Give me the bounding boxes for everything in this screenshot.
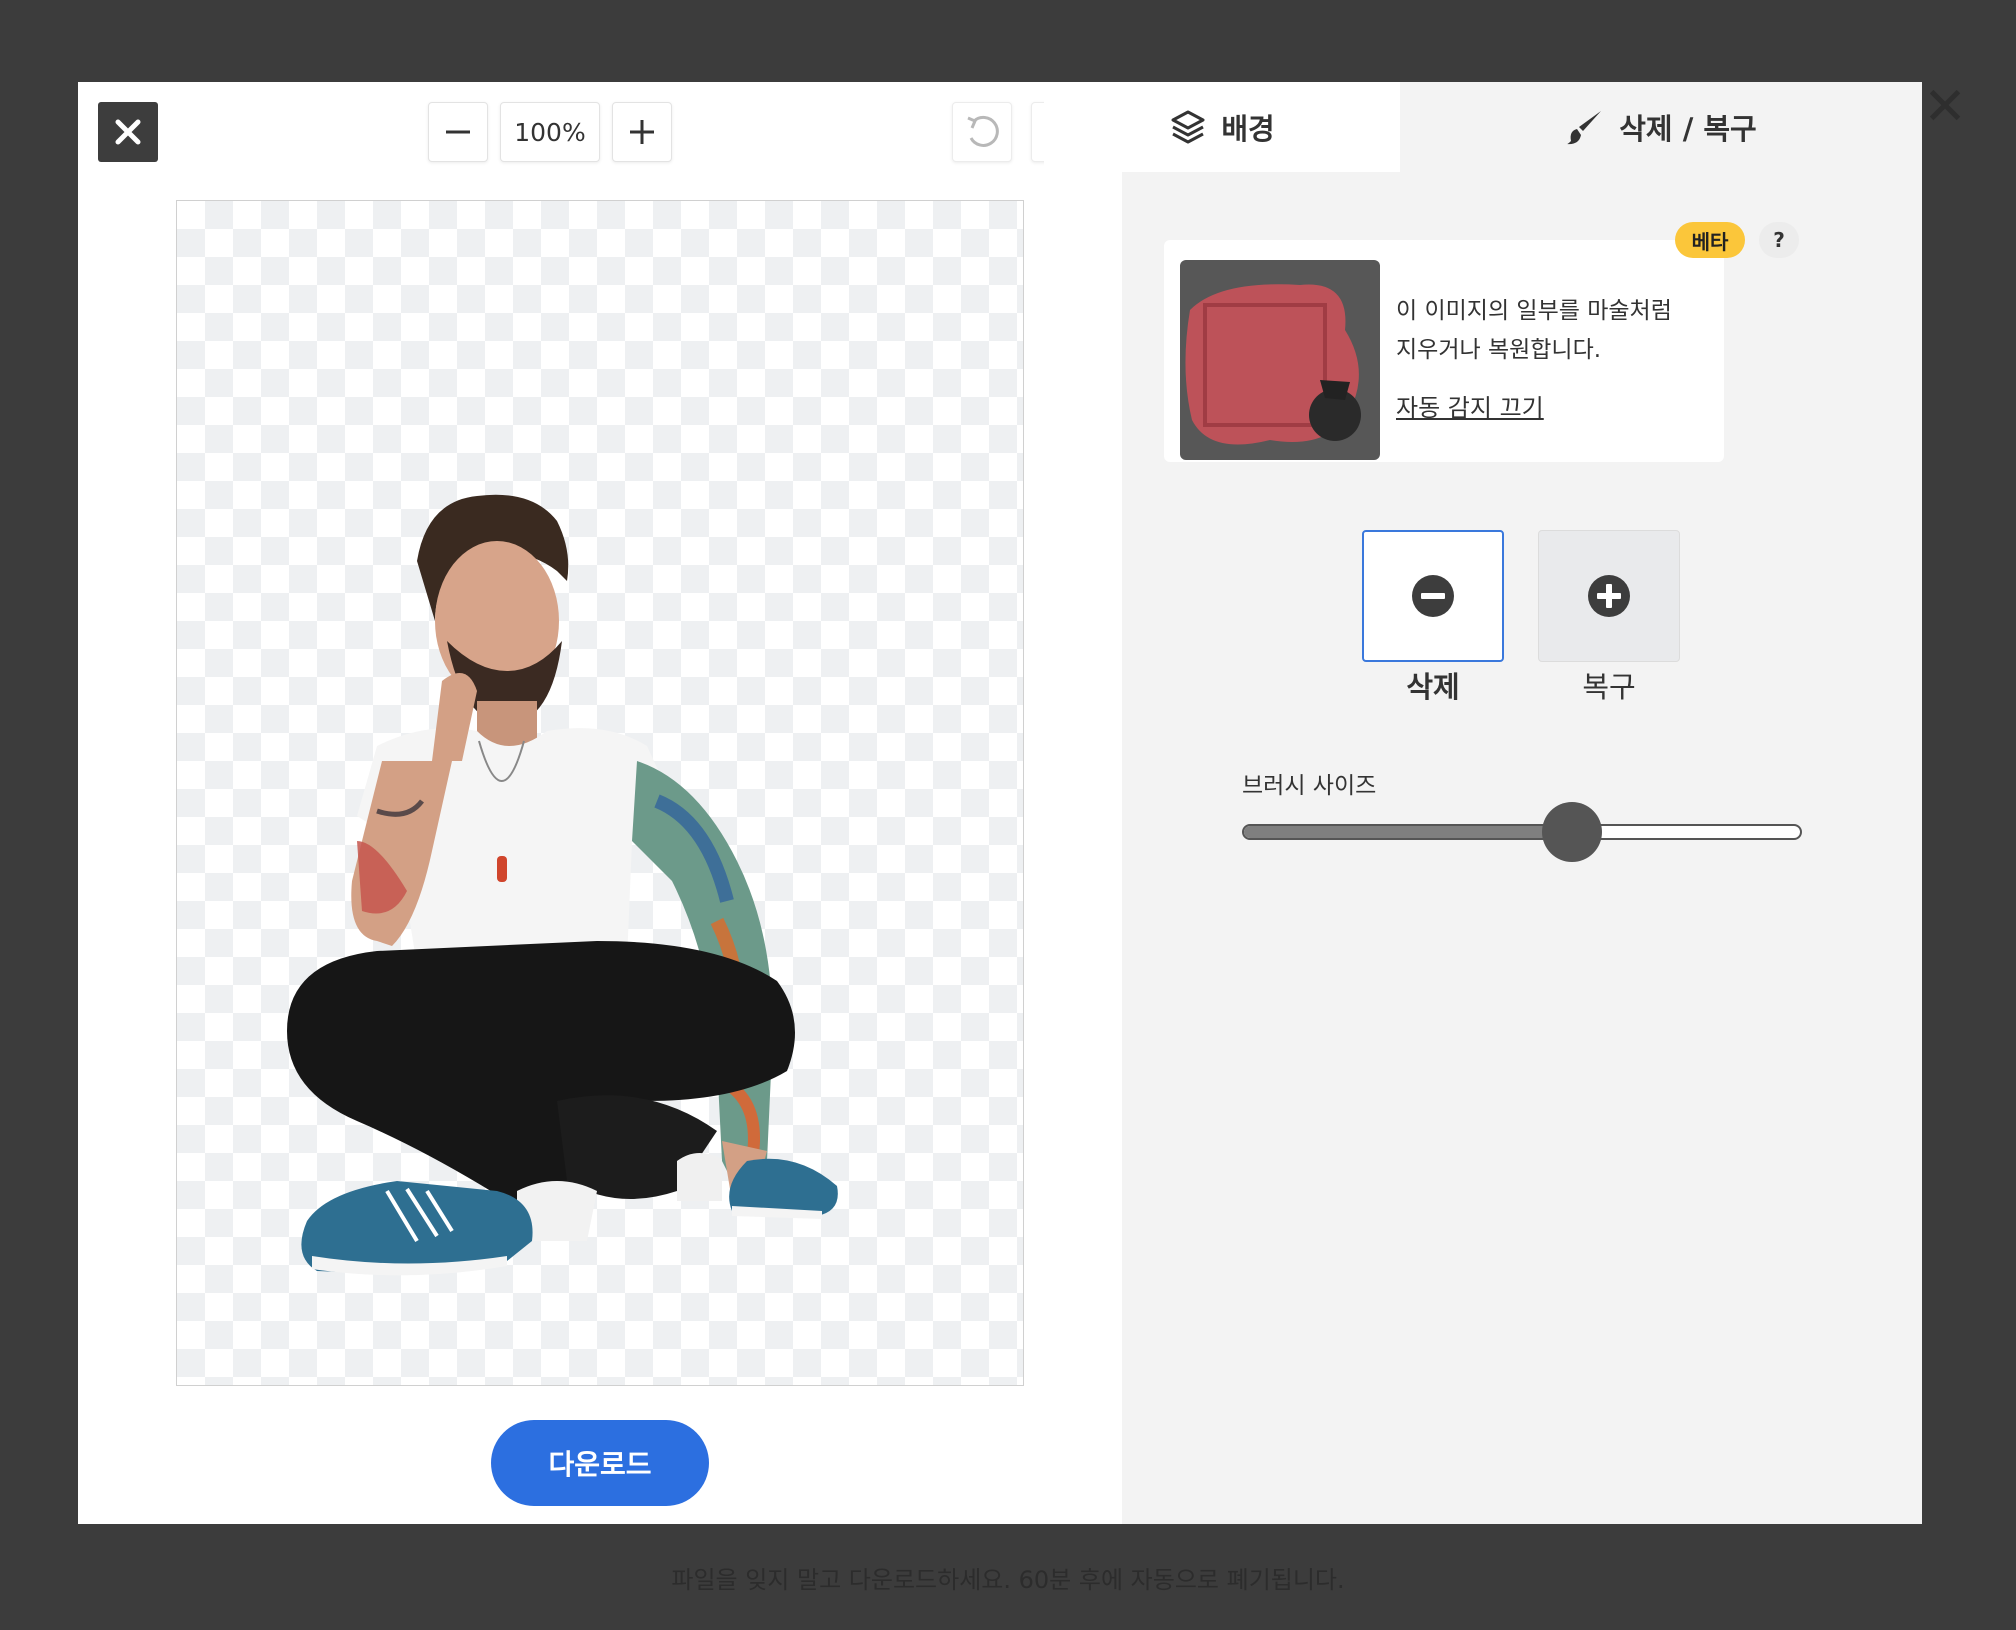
erase-mode-label: 삭제 bbox=[1406, 670, 1460, 704]
help-button[interactable]: ? bbox=[1759, 222, 1799, 258]
zoom-in-button[interactable] bbox=[612, 102, 672, 162]
download-button[interactable]: 다운로드 bbox=[491, 1420, 709, 1506]
tab-background-label: 배경 bbox=[1221, 112, 1275, 146]
tab-erase-restore-label: 삭제 / 복구 bbox=[1619, 112, 1757, 146]
download-label: 다운로드 bbox=[548, 1448, 652, 1481]
brush-icon bbox=[1567, 111, 1602, 145]
close-button[interactable] bbox=[98, 102, 158, 162]
image-canvas[interactable] bbox=[176, 200, 1024, 1386]
tab-background[interactable]: 배경 bbox=[1044, 82, 1400, 172]
tab-erase-restore[interactable]: 삭제 / 복구 bbox=[1400, 82, 1922, 172]
backdrop-edge-glyph bbox=[68, 96, 78, 136]
zoom-out-button[interactable] bbox=[428, 102, 488, 162]
brush-size-handle[interactable] bbox=[1542, 802, 1603, 862]
help-label: ? bbox=[1773, 228, 1785, 252]
info-line-2: 지우거나 복원합니다. bbox=[1396, 337, 1602, 363]
undo-button[interactable] bbox=[952, 102, 1012, 162]
info-line-1: 이 이미지의 일부를 마술처럼 bbox=[1396, 298, 1672, 324]
zoom-value: 100% bbox=[514, 117, 586, 147]
person-cutout-image bbox=[287, 494, 838, 1276]
auto-detect-off-link[interactable]: 자동 감지 끄기 bbox=[1396, 388, 1544, 423]
plus-circle-icon bbox=[1588, 575, 1630, 617]
example-thumbnail bbox=[1180, 260, 1380, 460]
erase-mode-button[interactable] bbox=[1362, 530, 1504, 662]
thumbnail-image bbox=[1185, 284, 1361, 445]
zoom-level-display: 100% bbox=[500, 102, 600, 162]
info-description: 이 이미지의 일부를 마술처럼 지우거나 복원합니다. bbox=[1396, 292, 1706, 370]
beta-badge-label: 베타 bbox=[1691, 229, 1729, 254]
restore-mode-button[interactable] bbox=[1538, 530, 1680, 662]
minus-icon bbox=[446, 130, 470, 134]
plus-icon bbox=[630, 120, 654, 144]
brush-size-fill bbox=[1244, 826, 1575, 838]
close-icon bbox=[115, 119, 141, 145]
undo-icon bbox=[967, 115, 999, 147]
restore-mode-label: 복구 bbox=[1582, 670, 1636, 704]
minus-circle-icon bbox=[1412, 575, 1454, 617]
brush-size-slider[interactable] bbox=[1242, 824, 1802, 840]
beta-badge: 베타 bbox=[1675, 222, 1745, 258]
backdrop-close-icon[interactable]: ✕ bbox=[1920, 81, 1970, 133]
brush-size-label: 브러시 사이즈 bbox=[1242, 773, 1377, 799]
editor-modal: 100% 다운로드 배경 삭제 / 복구 베타 ? 이 이미지의 일부를 마술처… bbox=[78, 82, 1922, 1524]
layers-icon bbox=[1171, 110, 1205, 144]
footer-note: 파일을 잊지 말고 다운로드하세요. 60분 후에 자동으로 폐기됩니다. bbox=[671, 1566, 1345, 1594]
